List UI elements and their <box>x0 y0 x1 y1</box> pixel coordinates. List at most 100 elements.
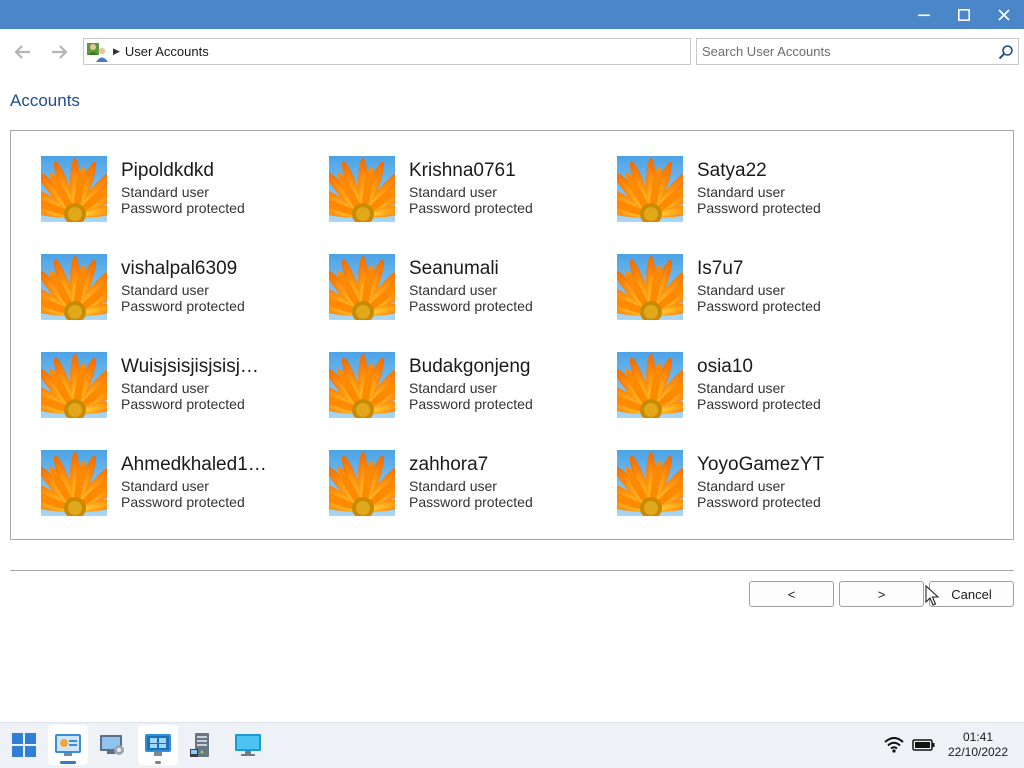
breadcrumb-user-accounts[interactable]: User Accounts <box>125 44 209 59</box>
clock-date: 22/10/2022 <box>947 745 1009 759</box>
account-type: Standard user <box>697 478 785 494</box>
flower-avatar-icon <box>329 450 395 516</box>
account-name: Budakgonjeng <box>409 356 531 377</box>
control-panel-icon <box>55 734 81 756</box>
account-card[interactable]: osia10 Standard user Password protected <box>617 352 887 418</box>
taskbar-item-monitor[interactable] <box>228 725 268 765</box>
arrow-right-icon <box>52 45 68 59</box>
account-status: Password protected <box>409 200 533 216</box>
flower-avatar-icon <box>329 352 395 418</box>
account-card[interactable]: vishalpal6309 Standard user Password pro… <box>41 254 311 320</box>
flower-avatar-icon <box>329 156 395 222</box>
account-name: Ahmedkhaled1… <box>121 454 267 475</box>
forward-button[interactable] <box>48 40 72 64</box>
account-name: Wuisjsisjisjsisj… <box>121 356 259 377</box>
computer-management-icon <box>100 735 124 755</box>
wifi-button[interactable] <box>882 733 906 757</box>
account-status: Password protected <box>121 298 245 314</box>
account-card[interactable]: Krishna0761 Standard user Password prote… <box>329 156 599 222</box>
maximize-icon <box>958 8 970 21</box>
maximize-button[interactable] <box>944 0 984 29</box>
accounts-panel: Pipoldkdkd Standard user Password protec… <box>10 130 1014 540</box>
server-icon <box>190 733 209 757</box>
minimize-button[interactable] <box>904 0 944 29</box>
start-button[interactable] <box>4 725 44 765</box>
account-card[interactable]: zahhora7 Standard user Password protecte… <box>329 450 599 516</box>
previous-button[interactable]: < <box>749 581 834 607</box>
battery-icon <box>912 739 935 751</box>
account-status: Password protected <box>409 494 533 510</box>
taskbar-clock[interactable]: 01:41 22/10/2022 <box>940 730 1016 760</box>
next-button[interactable]: > <box>839 581 924 607</box>
search-input[interactable] <box>697 39 987 64</box>
close-button[interactable] <box>984 0 1024 29</box>
monitor-icon <box>235 734 261 756</box>
account-type: Standard user <box>121 380 209 396</box>
flower-avatar-icon <box>41 352 107 418</box>
address-bar[interactable]: ▶ User Accounts <box>83 38 691 65</box>
account-card[interactable]: Seanumali Standard user Password protect… <box>329 254 599 320</box>
cancel-button[interactable]: Cancel <box>929 581 1014 607</box>
taskbar-item-server[interactable] <box>182 725 222 765</box>
taskbar-item-control-panel[interactable] <box>48 725 88 765</box>
flower-avatar-icon <box>41 254 107 320</box>
account-card[interactable]: Pipoldkdkd Standard user Password protec… <box>41 156 311 222</box>
account-status: Password protected <box>697 494 821 510</box>
windows-icon <box>145 734 171 756</box>
account-type: Standard user <box>697 184 785 200</box>
flower-avatar-icon <box>617 254 683 320</box>
account-status: Password protected <box>697 396 821 412</box>
account-card[interactable]: Budakgonjeng Standard user Password prot… <box>329 352 599 418</box>
back-button[interactable] <box>10 40 34 64</box>
account-status: Password protected <box>121 200 245 216</box>
clock-time: 01:41 <box>962 730 994 744</box>
account-name: osia10 <box>697 356 753 377</box>
account-type: Standard user <box>121 184 209 200</box>
battery-button[interactable] <box>912 733 936 757</box>
search-icon[interactable] <box>998 44 1014 60</box>
account-type: Standard user <box>409 282 497 298</box>
active-indicator <box>60 761 76 764</box>
start-icon <box>12 733 36 757</box>
arrow-left-icon <box>14 45 30 59</box>
running-indicator <box>155 761 161 764</box>
account-name: Pipoldkdkd <box>121 160 214 181</box>
flower-avatar-icon <box>617 450 683 516</box>
flower-avatar-icon <box>329 254 395 320</box>
account-status: Password protected <box>121 396 245 412</box>
account-status: Password protected <box>409 396 533 412</box>
account-card[interactable]: Is7u7 Standard user Password protected <box>617 254 887 320</box>
account-type: Standard user <box>697 282 785 298</box>
section-title: Accounts <box>10 91 80 110</box>
account-status: Password protected <box>697 298 821 314</box>
account-name: Seanumali <box>409 258 499 279</box>
account-type: Standard user <box>409 478 497 494</box>
breadcrumb-chevron-icon: ▶ <box>113 46 120 56</box>
account-name: Is7u7 <box>697 258 744 279</box>
account-card[interactable]: Ahmedkhaled1… Standard user Password pro… <box>41 450 311 516</box>
account-name: Krishna0761 <box>409 160 516 181</box>
taskbar-item-windows[interactable] <box>138 725 178 765</box>
mouse-cursor-icon <box>925 585 939 606</box>
account-type: Standard user <box>409 380 497 396</box>
account-card[interactable]: YoyoGamezYT Standard user Password prote… <box>617 450 887 516</box>
account-card[interactable]: Satya22 Standard user Password protected <box>617 156 887 222</box>
taskbar-item-computer-management[interactable] <box>92 725 132 765</box>
close-icon <box>998 8 1010 21</box>
flower-avatar-icon <box>617 352 683 418</box>
flower-avatar-icon <box>41 156 107 222</box>
account-name: YoyoGamezYT <box>697 454 825 475</box>
minimize-icon <box>918 14 930 16</box>
account-status: Password protected <box>409 298 533 314</box>
account-card[interactable]: Wuisjsisjisjsisj… Standard user Password… <box>41 352 311 418</box>
account-status: Password protected <box>121 494 245 510</box>
search-box <box>696 38 1019 65</box>
account-type: Standard user <box>121 282 209 298</box>
account-name: vishalpal6309 <box>121 258 238 279</box>
account-type: Standard user <box>409 184 497 200</box>
footer-divider <box>10 570 1014 571</box>
flower-avatar-icon <box>617 156 683 222</box>
user-accounts-icon <box>85 39 111 64</box>
account-type: Standard user <box>697 380 785 396</box>
account-name: zahhora7 <box>409 454 489 475</box>
